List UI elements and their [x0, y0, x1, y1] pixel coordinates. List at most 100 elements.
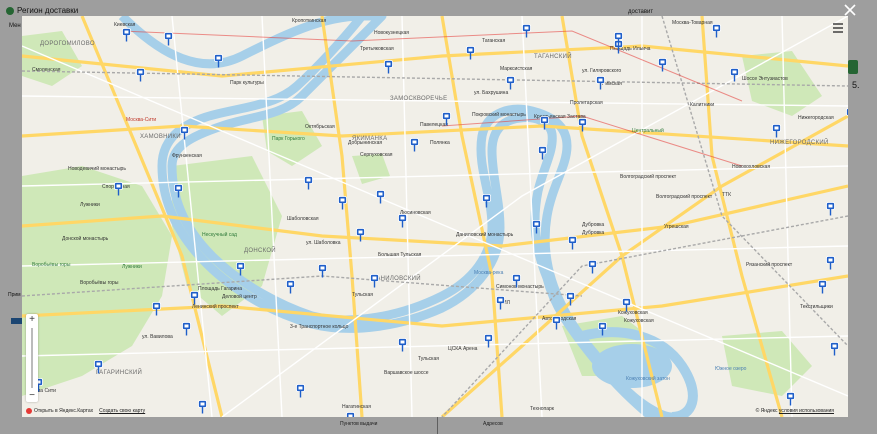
station-label: Фрунзенская	[172, 153, 202, 159]
pickup-point-pin-icon[interactable]	[522, 24, 531, 38]
station-label: Смоленская	[32, 67, 61, 73]
pickup-point-pin-icon[interactable]	[818, 280, 827, 294]
pickup-point-pin-icon[interactable]	[830, 342, 839, 356]
pickup-point-pin-icon[interactable]	[398, 338, 407, 352]
station-label: Октябрьская	[305, 124, 335, 130]
pickup-point-pin-icon[interactable]	[296, 384, 305, 398]
river-label: Москва-река	[474, 270, 504, 276]
pickup-point-pin-icon[interactable]	[598, 322, 607, 336]
pickup-point-pin-icon[interactable]	[588, 260, 597, 274]
street-label: ул. Вавилова	[142, 334, 173, 340]
pickup-point-pin-icon[interactable]	[538, 146, 547, 160]
place-label: Парк Горького	[272, 136, 305, 142]
pickup-point-pin-icon[interactable]	[370, 274, 379, 288]
station-label: Калитники	[690, 102, 715, 108]
pickup-point-pin-icon[interactable]	[338, 196, 347, 210]
pickup-point-pin-icon[interactable]	[346, 412, 355, 417]
pickup-point-pin-icon[interactable]	[384, 60, 393, 74]
map-attribution-left: Открыть в Яндекс.Картах Создать свою кар…	[26, 408, 145, 414]
street-label: Рязанский проспект	[746, 262, 793, 268]
place-label: Новодевичий монастырь	[68, 166, 126, 172]
pickup-point-pin-icon[interactable]	[484, 334, 493, 348]
pickup-point-pin-icon[interactable]	[512, 274, 521, 288]
district-label: НИЖЕГОРОДСКИЙ	[770, 140, 829, 146]
pickup-point-pin-icon[interactable]	[466, 46, 475, 60]
pickup-point-pin-icon[interactable]	[122, 28, 131, 42]
pickup-point-pin-icon[interactable]	[658, 58, 667, 72]
zoom-out-button[interactable]: −	[26, 390, 38, 402]
pickup-point-pin-icon[interactable]	[614, 32, 623, 46]
pickup-point-pin-icon[interactable]	[180, 126, 189, 140]
pickup-point-pin-icon[interactable]	[622, 298, 631, 312]
copyright-text: © Яндекс	[755, 408, 778, 414]
pickup-point-pin-icon[interactable]	[136, 68, 145, 82]
pickup-point-pin-icon[interactable]	[826, 256, 835, 270]
pickup-point-pin-icon[interactable]	[552, 316, 561, 330]
station-label: Серпуховская	[360, 152, 393, 158]
pickup-point-pin-icon[interactable]	[164, 32, 173, 46]
station-label: Шаболовская	[287, 216, 319, 222]
pickup-point-pin-icon[interactable]	[568, 236, 577, 250]
open-in-yandex-maps-link[interactable]: Открыть в Яндекс.Картах	[26, 408, 93, 414]
pickup-point-pin-icon[interactable]	[712, 24, 721, 38]
station-label: Тульская	[418, 356, 439, 362]
zoom-control: + −	[26, 314, 38, 402]
pickup-point-pin-icon[interactable]	[198, 400, 207, 414]
station-label: Парк культуры	[230, 80, 264, 86]
location-icon	[6, 6, 14, 15]
pickup-point-pin-icon[interactable]	[482, 194, 491, 208]
place-label: Покровский монастырь	[472, 112, 526, 118]
station-label: Таганская	[482, 38, 506, 44]
pickup-point-pin-icon[interactable]	[540, 116, 549, 130]
place-label: Воробьёвы горы	[32, 262, 71, 268]
pickup-point-pin-icon[interactable]	[286, 280, 295, 294]
station-label: Площадь Гагарина	[198, 286, 242, 292]
station-label: Воробьёвы горы	[80, 280, 119, 286]
pickup-point-pin-icon[interactable]	[318, 264, 327, 278]
pickup-points-tab: Пунктов выдачи	[340, 421, 378, 427]
delivery-label: доставит	[628, 9, 654, 15]
green-side-tab	[848, 60, 858, 74]
pickup-point-pin-icon[interactable]	[376, 190, 385, 204]
pickup-point-pin-icon[interactable]	[506, 76, 515, 90]
pickup-point-pin-icon[interactable]	[182, 322, 191, 336]
pickup-point-pin-icon[interactable]	[214, 54, 223, 68]
pickup-point-pin-icon[interactable]	[826, 202, 835, 216]
pickup-point-pin-icon[interactable]	[114, 182, 123, 196]
pickup-point-pin-icon[interactable]	[398, 214, 407, 228]
pickup-point-pin-icon[interactable]	[578, 118, 587, 132]
street-label: Волгоградский проспект	[656, 194, 713, 200]
pickup-point-pin-icon[interactable]	[846, 108, 848, 122]
pickup-point-pin-icon[interactable]	[304, 176, 313, 190]
pickup-point-pin-icon[interactable]	[94, 360, 103, 374]
terms-link[interactable]: условия использования	[779, 408, 834, 414]
pickup-point-pin-icon[interactable]	[356, 228, 365, 242]
station-label: Технопарк	[530, 406, 554, 412]
place-label: Даниловский монастырь	[456, 232, 514, 238]
pickup-point-pin-icon[interactable]	[730, 68, 739, 82]
pickup-point-pin-icon[interactable]	[596, 76, 605, 90]
delivery-map[interactable]: ДОРОГОМИЛОВО ХАМОВНИКИ ЯКИМАНКА ЗАМОСКВО…	[22, 16, 848, 417]
pickup-point-pin-icon[interactable]	[532, 220, 541, 234]
pickup-point-pin-icon[interactable]	[772, 124, 781, 138]
zoom-in-button[interactable]: +	[26, 314, 38, 326]
place-label: Нескучный сад	[202, 232, 237, 238]
place-label: Центральный	[632, 128, 664, 134]
pickup-point-pin-icon[interactable]	[566, 292, 575, 306]
create-map-link[interactable]: Создать свою карту	[99, 408, 145, 414]
zoom-slider[interactable]	[31, 328, 33, 388]
district-label: ДОРОГОМИЛОВО	[40, 41, 95, 47]
pickup-point-pin-icon[interactable]	[174, 184, 183, 198]
menu-icon[interactable]	[830, 20, 846, 36]
station-label: Нагатинская	[342, 404, 371, 410]
pickup-point-pin-icon[interactable]	[442, 112, 451, 126]
pickup-point-pin-icon[interactable]	[496, 296, 505, 310]
station-label: Волгоградский проспект	[620, 174, 677, 180]
pickup-point-pin-icon[interactable]	[786, 392, 795, 406]
pickup-point-pin-icon[interactable]	[190, 291, 199, 305]
pickup-point-pin-icon[interactable]	[152, 302, 161, 316]
open-in-yandex-maps-text: Открыть в Яндекс.Картах	[34, 408, 94, 414]
pickup-point-pin-icon[interactable]	[410, 138, 419, 152]
station-label: Нижегородская	[798, 115, 834, 121]
pickup-point-pin-icon[interactable]	[236, 262, 245, 276]
